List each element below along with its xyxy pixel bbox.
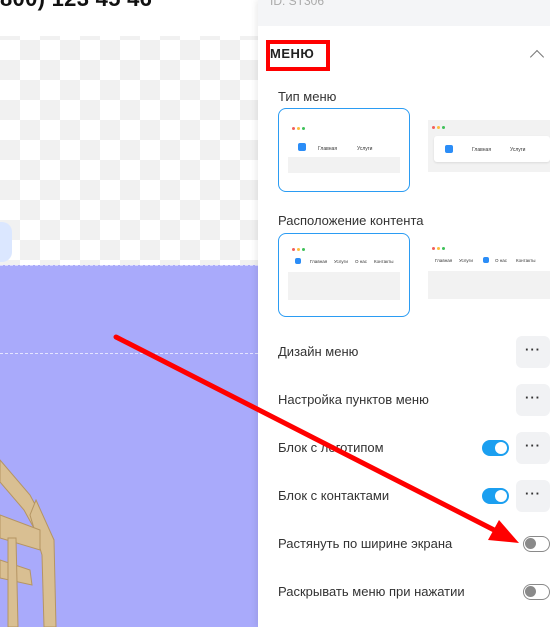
thumb-nav-item: Контакты — [516, 258, 536, 263]
row-menu-design: Дизайн меню ··· — [258, 335, 550, 369]
annotation-highlight-box — [266, 40, 330, 71]
row-contacts-block: Блок с контактами ··· — [258, 479, 550, 513]
settings-panel: ID: ST306 МЕНЮ Тип меню Главная Услуги Г… — [258, 0, 550, 627]
row-label: Настройка пунктов меню — [278, 392, 429, 407]
more-icon[interactable]: ··· — [516, 384, 550, 416]
side-tab[interactable] — [0, 222, 12, 262]
block-id: ID: ST306 — [270, 0, 325, 8]
thumb-nav-item: Услуги — [510, 147, 526, 153]
row-label: Дизайн меню — [278, 344, 359, 359]
content-position-label: Расположение контента — [278, 213, 424, 228]
row-stretch-width: Растянуть по ширине экрана — [258, 527, 550, 561]
row-menu-items: Настройка пунктов меню ··· — [258, 383, 550, 417]
row-label: Блок с контактами — [278, 488, 390, 503]
block-guide-line — [0, 353, 258, 354]
row-logo-block: Блок с логотипом ··· — [258, 431, 550, 465]
thumb-nav-item: Услуги — [334, 259, 348, 264]
stretch-width-toggle[interactable] — [523, 536, 550, 552]
row-expand-on-click: Раскрывать меню при нажатии — [258, 575, 550, 609]
chair-image — [0, 459, 57, 627]
panel-top-bar: ID: ST306 — [258, 0, 550, 26]
menu-type-label: Тип меню — [278, 89, 337, 104]
row-label: Растянуть по ширине экрана — [278, 536, 453, 551]
thumb-nav-item: О нас — [495, 258, 507, 263]
header-phone: 800) 123 45 46 — [0, 0, 152, 12]
content-position-option-1[interactable]: Главная Услуги О нас Контакты — [278, 233, 410, 317]
thumb-nav-item: О нас — [355, 259, 367, 264]
more-icon[interactable]: ··· — [516, 336, 550, 368]
more-icon[interactable]: ··· — [516, 432, 550, 464]
thumb-nav-item: Главная — [472, 147, 492, 153]
chevron-up-icon[interactable] — [529, 49, 545, 65]
row-label: Блок с логотипом — [278, 440, 384, 455]
logo-block-toggle[interactable] — [482, 440, 509, 456]
more-icon[interactable]: ··· — [516, 480, 550, 512]
content-position-option-2[interactable]: Главная Услуги О нас Контакты — [428, 233, 550, 315]
menu-type-option-1[interactable]: Главная Услуги — [278, 108, 410, 192]
menu-type-option-2[interactable]: Главная Услуги — [428, 108, 550, 190]
thumb-nav-item: Главная — [310, 259, 328, 264]
thumb-nav-item: Контакты — [374, 259, 394, 264]
thumb-nav-item: Услуги — [357, 146, 373, 152]
row-label: Раскрывать меню при нажатии — [278, 584, 465, 599]
editor-canvas: 800) 123 45 46 — [0, 0, 258, 627]
expand-on-click-toggle[interactable] — [523, 584, 550, 600]
thumb-nav-item: Услуги — [459, 258, 473, 263]
thumb-nav-item: Главная — [435, 258, 453, 263]
contacts-block-toggle[interactable] — [482, 488, 509, 504]
thumb-nav-item: Главная — [318, 146, 338, 152]
